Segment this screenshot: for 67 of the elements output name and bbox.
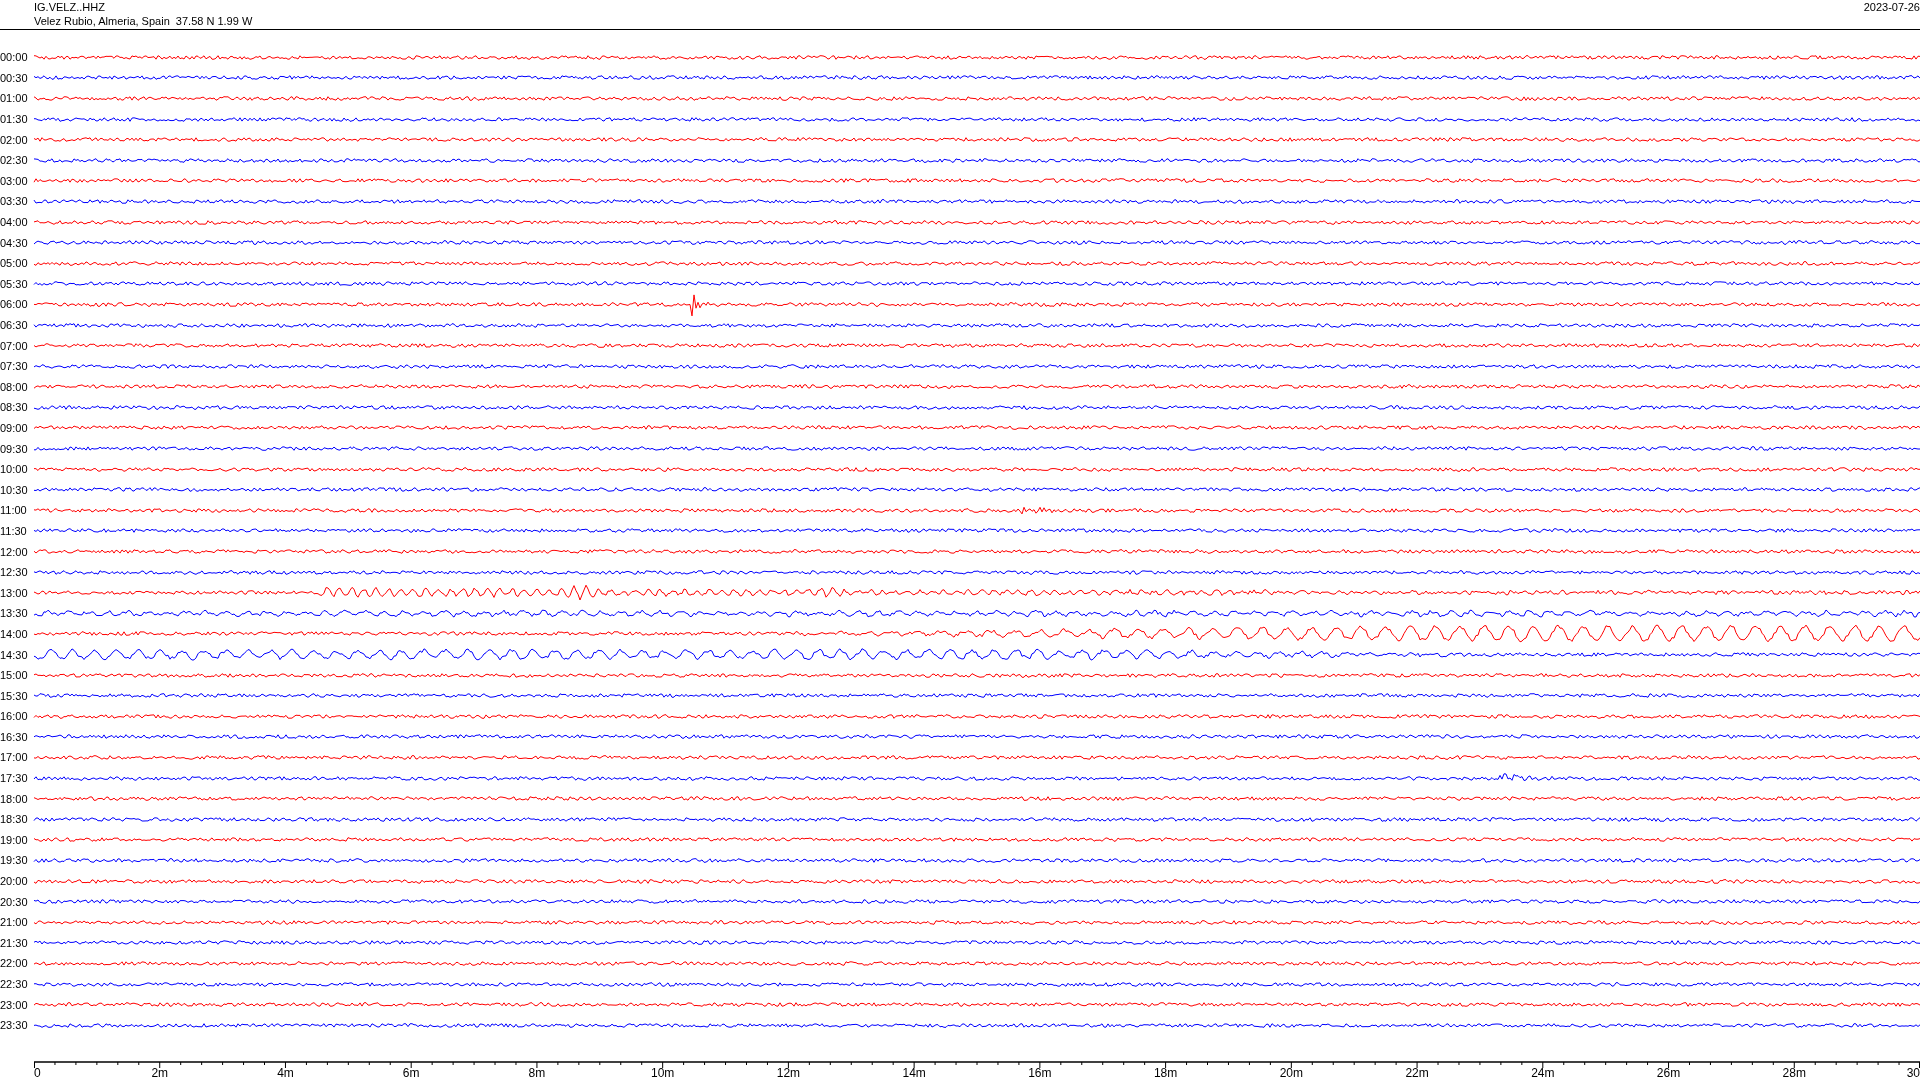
axis-tick-label: 14m [902, 1065, 926, 1080]
station-code: IG.VELZ..HHZ [34, 0, 106, 14]
time-label: 05:30 [0, 277, 29, 290]
axis-tick-label: 2m [151, 1065, 169, 1080]
time-label: 09:30 [0, 442, 29, 455]
time-label: 16:30 [0, 730, 29, 743]
axis-tick-label: 4m [277, 1065, 294, 1080]
station-location: Velez Rubio, Almeria, Spain 37.58 N 1.99 W [34, 14, 253, 28]
time-label: 00:00 [0, 51, 29, 64]
time-label: 02:30 [0, 154, 29, 167]
time-label: 07:00 [0, 339, 29, 352]
time-label: 17:00 [0, 751, 29, 764]
time-label: 08:30 [0, 401, 29, 414]
time-label: 02:00 [0, 133, 29, 146]
time-label: 21:00 [0, 916, 29, 929]
time-label: 15:30 [0, 689, 29, 702]
time-label: 05:00 [0, 257, 29, 270]
axis-tick-label: 26m [1656, 1065, 1681, 1080]
time-label: 18:30 [0, 813, 29, 826]
time-label: 13:30 [0, 607, 29, 620]
time-label: 00:30 [0, 71, 29, 84]
axis-tick-label: 0 [34, 1065, 41, 1080]
axis-tick-label: 12m [776, 1065, 801, 1080]
time-label: 23:30 [0, 1019, 29, 1032]
time-label: 10:00 [0, 463, 29, 476]
time-label: 12:00 [0, 545, 29, 558]
time-label: 08:00 [0, 380, 29, 393]
time-label: 03:00 [0, 174, 29, 187]
time-label: 21:30 [0, 936, 29, 949]
time-label: 01:30 [0, 113, 29, 126]
plot-date: 2023-07-26 [1863, 0, 1920, 14]
axis-tick-label: 28m [1782, 1065, 1806, 1080]
time-label: 10:30 [0, 483, 29, 496]
time-label: 20:00 [0, 875, 29, 888]
time-label: 04:30 [0, 236, 29, 249]
axis-tick-label: 20m [1279, 1065, 1303, 1080]
time-label: 11:00 [0, 504, 28, 517]
axis-tick-label: 8m [528, 1065, 546, 1080]
axis-tick-label: 30 [1906, 1065, 1920, 1080]
time-label: 22:30 [0, 978, 29, 990]
axis-tick-label: 24m [1531, 1065, 1555, 1080]
time-label: 07:30 [0, 360, 29, 373]
time-label: 19:30 [0, 854, 29, 867]
axis-tick-label: 6m [402, 1065, 420, 1080]
axis-tick-label: 18m [1153, 1065, 1178, 1080]
axis-tick-label: 22m [1405, 1065, 1429, 1080]
time-label: 14:00 [0, 627, 29, 640]
axis-tick-label: 16m [1028, 1065, 1052, 1080]
time-label: 23:00 [0, 998, 29, 1011]
time-label: 15:00 [0, 669, 29, 682]
time-label: 11:30 [0, 524, 28, 537]
time-label: 17:30 [0, 772, 29, 785]
time-label: 09:00 [0, 422, 29, 434]
time-label: 22:00 [0, 957, 29, 970]
time-label: 16:00 [0, 710, 29, 723]
axis-tick-label: 10m [651, 1065, 675, 1080]
time-label: 20:30 [0, 895, 29, 908]
time-label: 19:00 [0, 833, 29, 846]
time-label: 14:30 [0, 648, 29, 661]
time-label: 06:00 [0, 298, 29, 311]
time-label: 12:30 [0, 566, 29, 579]
time-label: 04:00 [0, 216, 29, 229]
time-label: 13:00 [0, 586, 29, 599]
time-label: 03:30 [0, 195, 29, 208]
time-label: 01:00 [0, 92, 29, 105]
time-label: 18:00 [0, 792, 29, 805]
time-label: 06:30 [0, 319, 29, 331]
